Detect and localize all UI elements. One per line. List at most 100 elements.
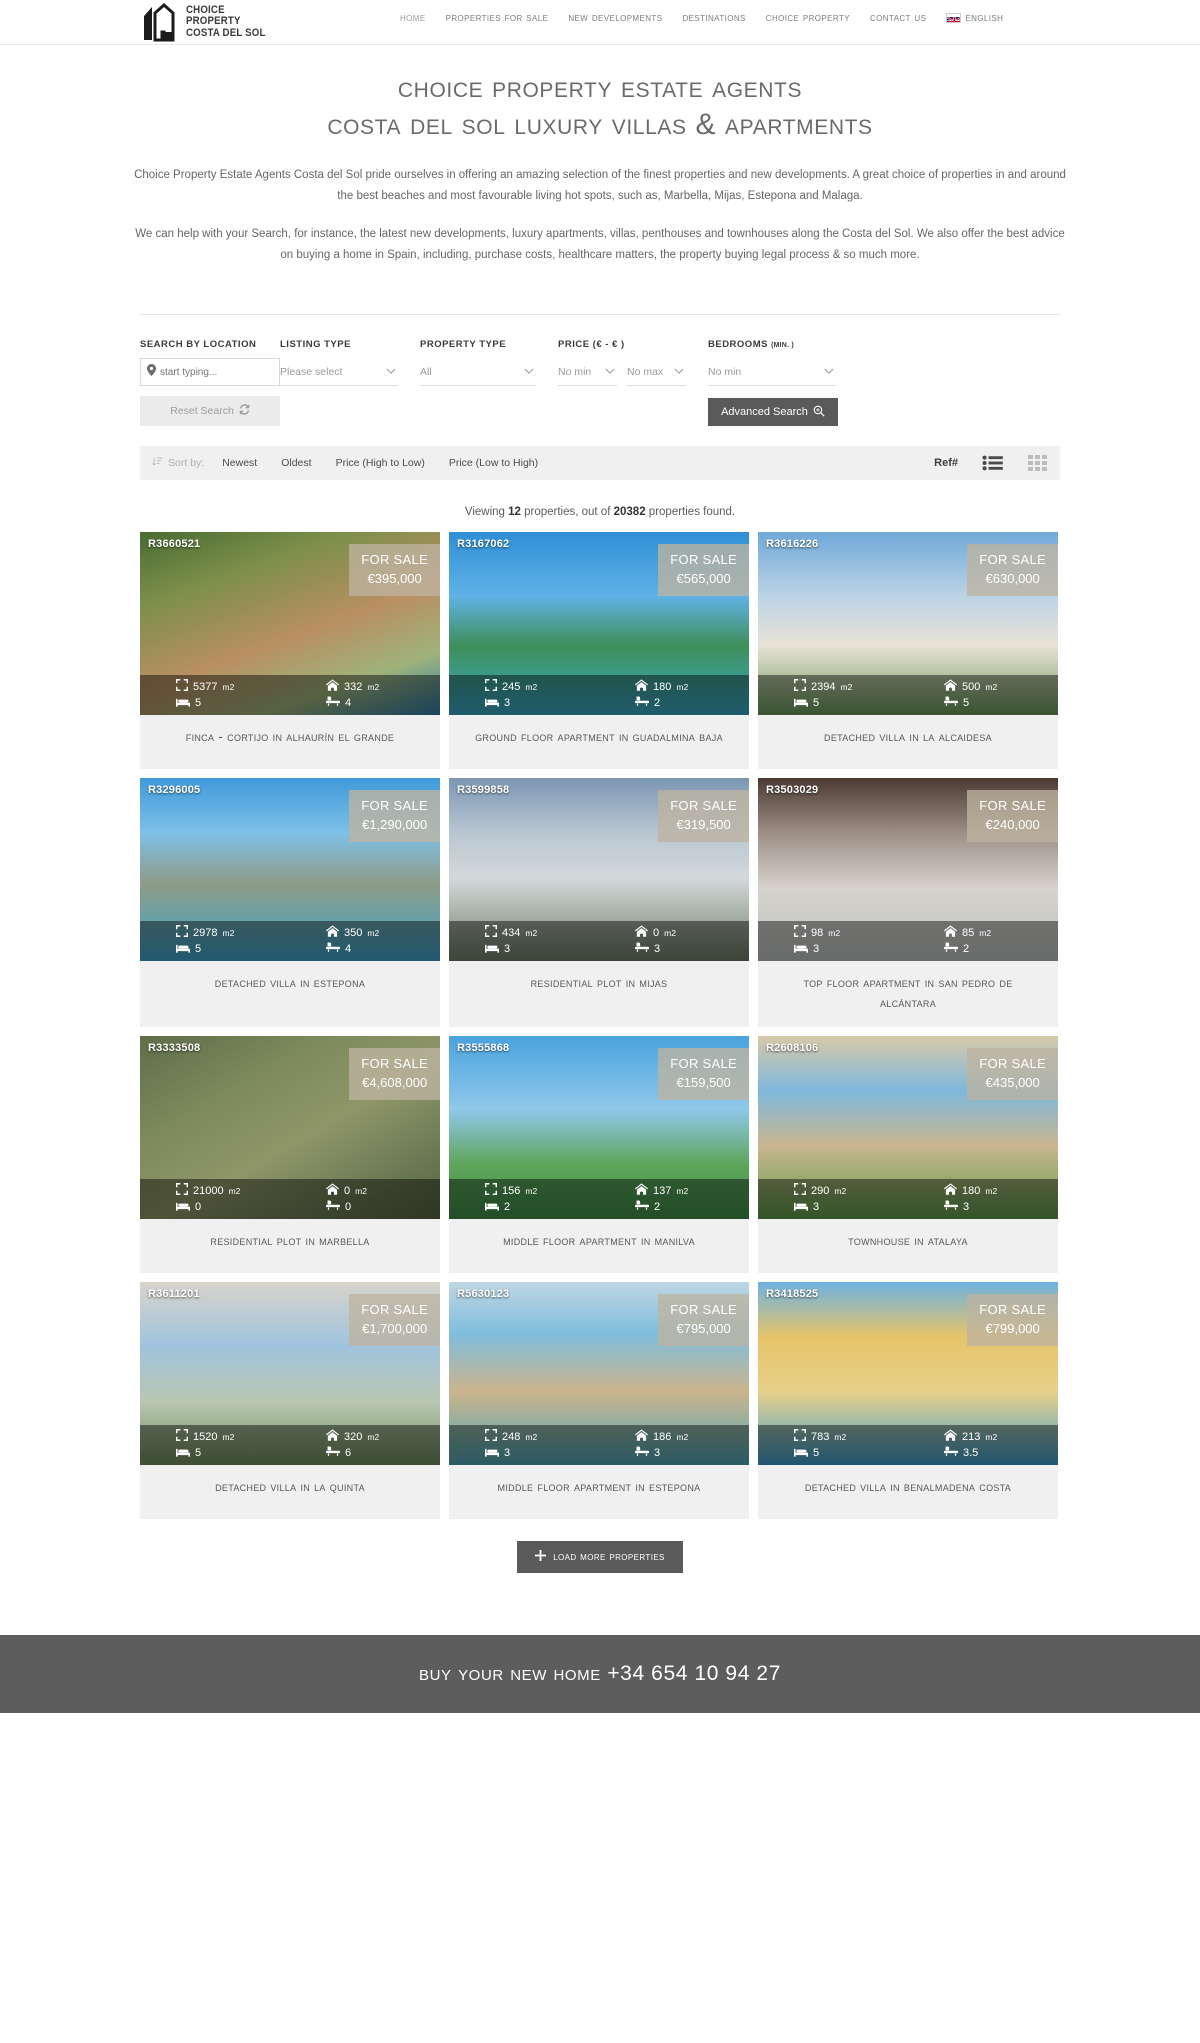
property-card[interactable]: R3616226 FOR SALE €630,000 2394 m2 500 m2 5 5 Det…: [758, 532, 1058, 769]
nav-item-home[interactable]: Home: [400, 12, 426, 24]
sort-option-oldest[interactable]: Oldest: [281, 457, 311, 469]
property-card[interactable]: R2608106 FOR SALE €435,000 290 m2 180 m2 3 3 Town…: [758, 1036, 1058, 1273]
language-switcher[interactable]: English: [946, 12, 1003, 24]
sort-option-newest[interactable]: Newest: [222, 457, 257, 469]
property-reference: R3333508: [148, 1042, 201, 1054]
advanced-search-button[interactable]: Advanced Search: [708, 398, 838, 426]
property-title[interactable]: Middle Floor Apartment in Estepona: [449, 1465, 749, 1519]
plot-size-icon: [794, 925, 806, 940]
property-photo[interactable]: R3503029 FOR SALE €240,000 98 m2 85 m2 3 2: [758, 778, 1058, 961]
property-photo[interactable]: R3599858 FOR SALE €319,500 434 m2 0 m2 3 3: [449, 778, 749, 961]
sort-icon: [152, 456, 163, 470]
property-card[interactable]: R3555868 FOR SALE €159,500 156 m2 137 m2 2 2 Midd…: [449, 1036, 749, 1273]
property-title[interactable]: Ground Floor Apartment in Guadalmina Baj…: [449, 715, 749, 769]
bedrooms-count: 5: [195, 1447, 202, 1459]
stat-plot-size: 98 m2: [758, 925, 908, 940]
property-card[interactable]: R3167062 FOR SALE €565,000 245 m2 180 m2 3 2 Grou…: [449, 532, 749, 769]
property-photo[interactable]: R3555868 FOR SALE €159,500 156 m2 137 m2 2 2: [449, 1036, 749, 1219]
property-photo[interactable]: R3611201 FOR SALE €1,700,000 1520 m2 320 m2 5 6: [140, 1282, 440, 1465]
plot-size-value: 21000: [193, 1184, 224, 1197]
built-size-value: 350: [344, 926, 363, 939]
reset-search-button[interactable]: Reset Search: [140, 396, 280, 426]
listing-type-value: Please select: [280, 365, 343, 378]
property-type-select[interactable]: All: [420, 358, 536, 386]
property-photo[interactable]: R3616226 FOR SALE €630,000 2394 m2 500 m2 5 5: [758, 532, 1058, 715]
plot-size-unit: m2: [840, 681, 853, 692]
property-photo[interactable]: R5630123 FOR SALE €795,000 248 m2 186 m2 3 3: [449, 1282, 749, 1465]
built-size-value: 0: [653, 926, 660, 939]
plot-size-value: 2978: [193, 926, 218, 939]
property-title[interactable]: Middle Floor Apartment in Manilva: [449, 1219, 749, 1273]
for-sale-label: FOR SALE: [979, 552, 1046, 567]
nav-item-new-developments[interactable]: New Developments: [568, 12, 662, 24]
built-size-unit: m2: [985, 1431, 998, 1442]
built-size-unit: m2: [676, 1431, 689, 1442]
grid-view-button[interactable]: [1028, 455, 1048, 471]
stat-bedrooms: 5: [140, 1446, 290, 1460]
plot-size-unit: m2: [525, 927, 538, 938]
property-title[interactable]: Detached Villa in Benalmadena Costa: [758, 1465, 1058, 1519]
nav-item-contact-us[interactable]: Contact us: [870, 12, 926, 24]
load-more-properties-button[interactable]: Load more properties: [517, 1541, 683, 1573]
bedrooms-count: 0: [195, 1201, 202, 1213]
property-title[interactable]: Townhouse in Atalaya: [758, 1219, 1058, 1273]
nav-item-choice-property[interactable]: Choice Property: [766, 12, 850, 24]
price-min-select[interactable]: No min: [558, 358, 617, 386]
property-price: €795,000: [676, 1321, 731, 1336]
property-card[interactable]: R3660521 FOR SALE €395,000 5377 m2 332 m2 5 4 Fin…: [140, 532, 440, 769]
chevron-down-icon: [824, 366, 834, 378]
site-logo[interactable]: CHOICE PROPERTY COSTA DEL SOL: [140, 2, 276, 42]
property-title[interactable]: Detached Villa in La Quinta: [140, 1465, 440, 1519]
logo-mark-icon: [144, 2, 175, 42]
property-reference: R5630123: [457, 1288, 510, 1300]
property-card[interactable]: R3503029 FOR SALE €240,000 98 m2 85 m2 3 2 Top Fl…: [758, 778, 1058, 1027]
property-card[interactable]: R3333508 FOR SALE €4,608,000 21000 m2 0 m2 0 0 Re…: [140, 1036, 440, 1273]
property-title[interactable]: Detached Villa in La Alcaidesa: [758, 715, 1058, 769]
plot-size-icon: [485, 679, 497, 694]
property-stats: 21000 m2 0 m2 0 0: [140, 1179, 440, 1219]
nav-item-destinations[interactable]: Destinations: [682, 12, 745, 24]
price-min-value: No min: [558, 365, 592, 378]
for-sale-badge: FOR SALE €799,000: [967, 1294, 1058, 1346]
intro-paragraph-1: Choice Property Estate Agents Costa del …: [134, 169, 1066, 202]
location-input-wrapper[interactable]: [140, 358, 280, 386]
bathrooms-icon: [944, 942, 958, 956]
bedrooms-select[interactable]: No min: [708, 358, 836, 386]
search-input[interactable]: [160, 366, 273, 378]
listing-type-select[interactable]: Please select: [280, 358, 398, 386]
property-title[interactable]: Top Floor Apartment in San Pedro de Alcá…: [758, 961, 1058, 1027]
built-size-value: 186: [653, 1430, 672, 1443]
built-size-icon: [326, 1183, 339, 1198]
property-reference: R3418525: [766, 1288, 819, 1300]
property-photo[interactable]: R3660521 FOR SALE €395,000 5377 m2 332 m2 5 4: [140, 532, 440, 715]
logo-wordmark: CHOICE PROPERTY COSTA DEL SOL: [186, 4, 266, 40]
property-title[interactable]: Detached Villa in Estepona: [140, 961, 440, 1015]
property-card[interactable]: R5630123 FOR SALE €795,000 248 m2 186 m2 3 3 Midd…: [449, 1282, 749, 1519]
property-title[interactable]: Residential Plot in Marbella: [140, 1219, 440, 1273]
for-sale-label: FOR SALE: [361, 1056, 428, 1071]
ref-number-toggle[interactable]: Ref#: [934, 457, 958, 469]
price-max-select[interactable]: No max: [627, 358, 686, 386]
property-card[interactable]: R3611201 FOR SALE €1,700,000 1520 m2 320 m2 5 6 D…: [140, 1282, 440, 1519]
language-label[interactable]: English: [965, 12, 1003, 24]
sort-option-price-high-low[interactable]: Price (High to Low): [336, 457, 425, 469]
property-photo[interactable]: R2608106 FOR SALE €435,000 290 m2 180 m2 3 3: [758, 1036, 1058, 1219]
property-price: €240,000: [985, 817, 1040, 832]
nav-item-properties-for-sale[interactable]: Properties for sale: [446, 12, 549, 24]
stat-bedrooms: 2: [449, 1200, 599, 1214]
property-card[interactable]: R3599858 FOR SALE €319,500 434 m2 0 m2 3 3 Reside…: [449, 778, 749, 1027]
property-title[interactable]: Residential Plot in Mijas: [449, 961, 749, 1015]
built-size-value: 332: [344, 680, 363, 693]
list-view-button[interactable]: [982, 455, 1004, 471]
property-photo[interactable]: R3296005 FOR SALE €1,290,000 2978 m2 350 m2 5 4: [140, 778, 440, 961]
property-card[interactable]: R3296005 FOR SALE €1,290,000 2978 m2 350 m2 5 4 D…: [140, 778, 440, 1027]
bathrooms-count: 3: [654, 1447, 661, 1459]
property-photo[interactable]: R3418525 FOR SALE €799,000 783 m2 213 m2 5 3.5: [758, 1282, 1058, 1465]
property-photo[interactable]: R3167062 FOR SALE €565,000 245 m2 180 m2 3 2: [449, 532, 749, 715]
plot-size-value: 245: [502, 680, 521, 693]
sort-option-price-low-high[interactable]: Price (Low to High): [449, 457, 538, 469]
property-title[interactable]: Finca - Cortijo in Alhaurín el Grande: [140, 715, 440, 769]
property-photo[interactable]: R3333508 FOR SALE €4,608,000 21000 m2 0 m2 0 0: [140, 1036, 440, 1219]
property-card[interactable]: R3418525 FOR SALE €799,000 783 m2 213 m2 5 3.5 De…: [758, 1282, 1058, 1519]
bedrooms-count: 3: [504, 943, 511, 955]
